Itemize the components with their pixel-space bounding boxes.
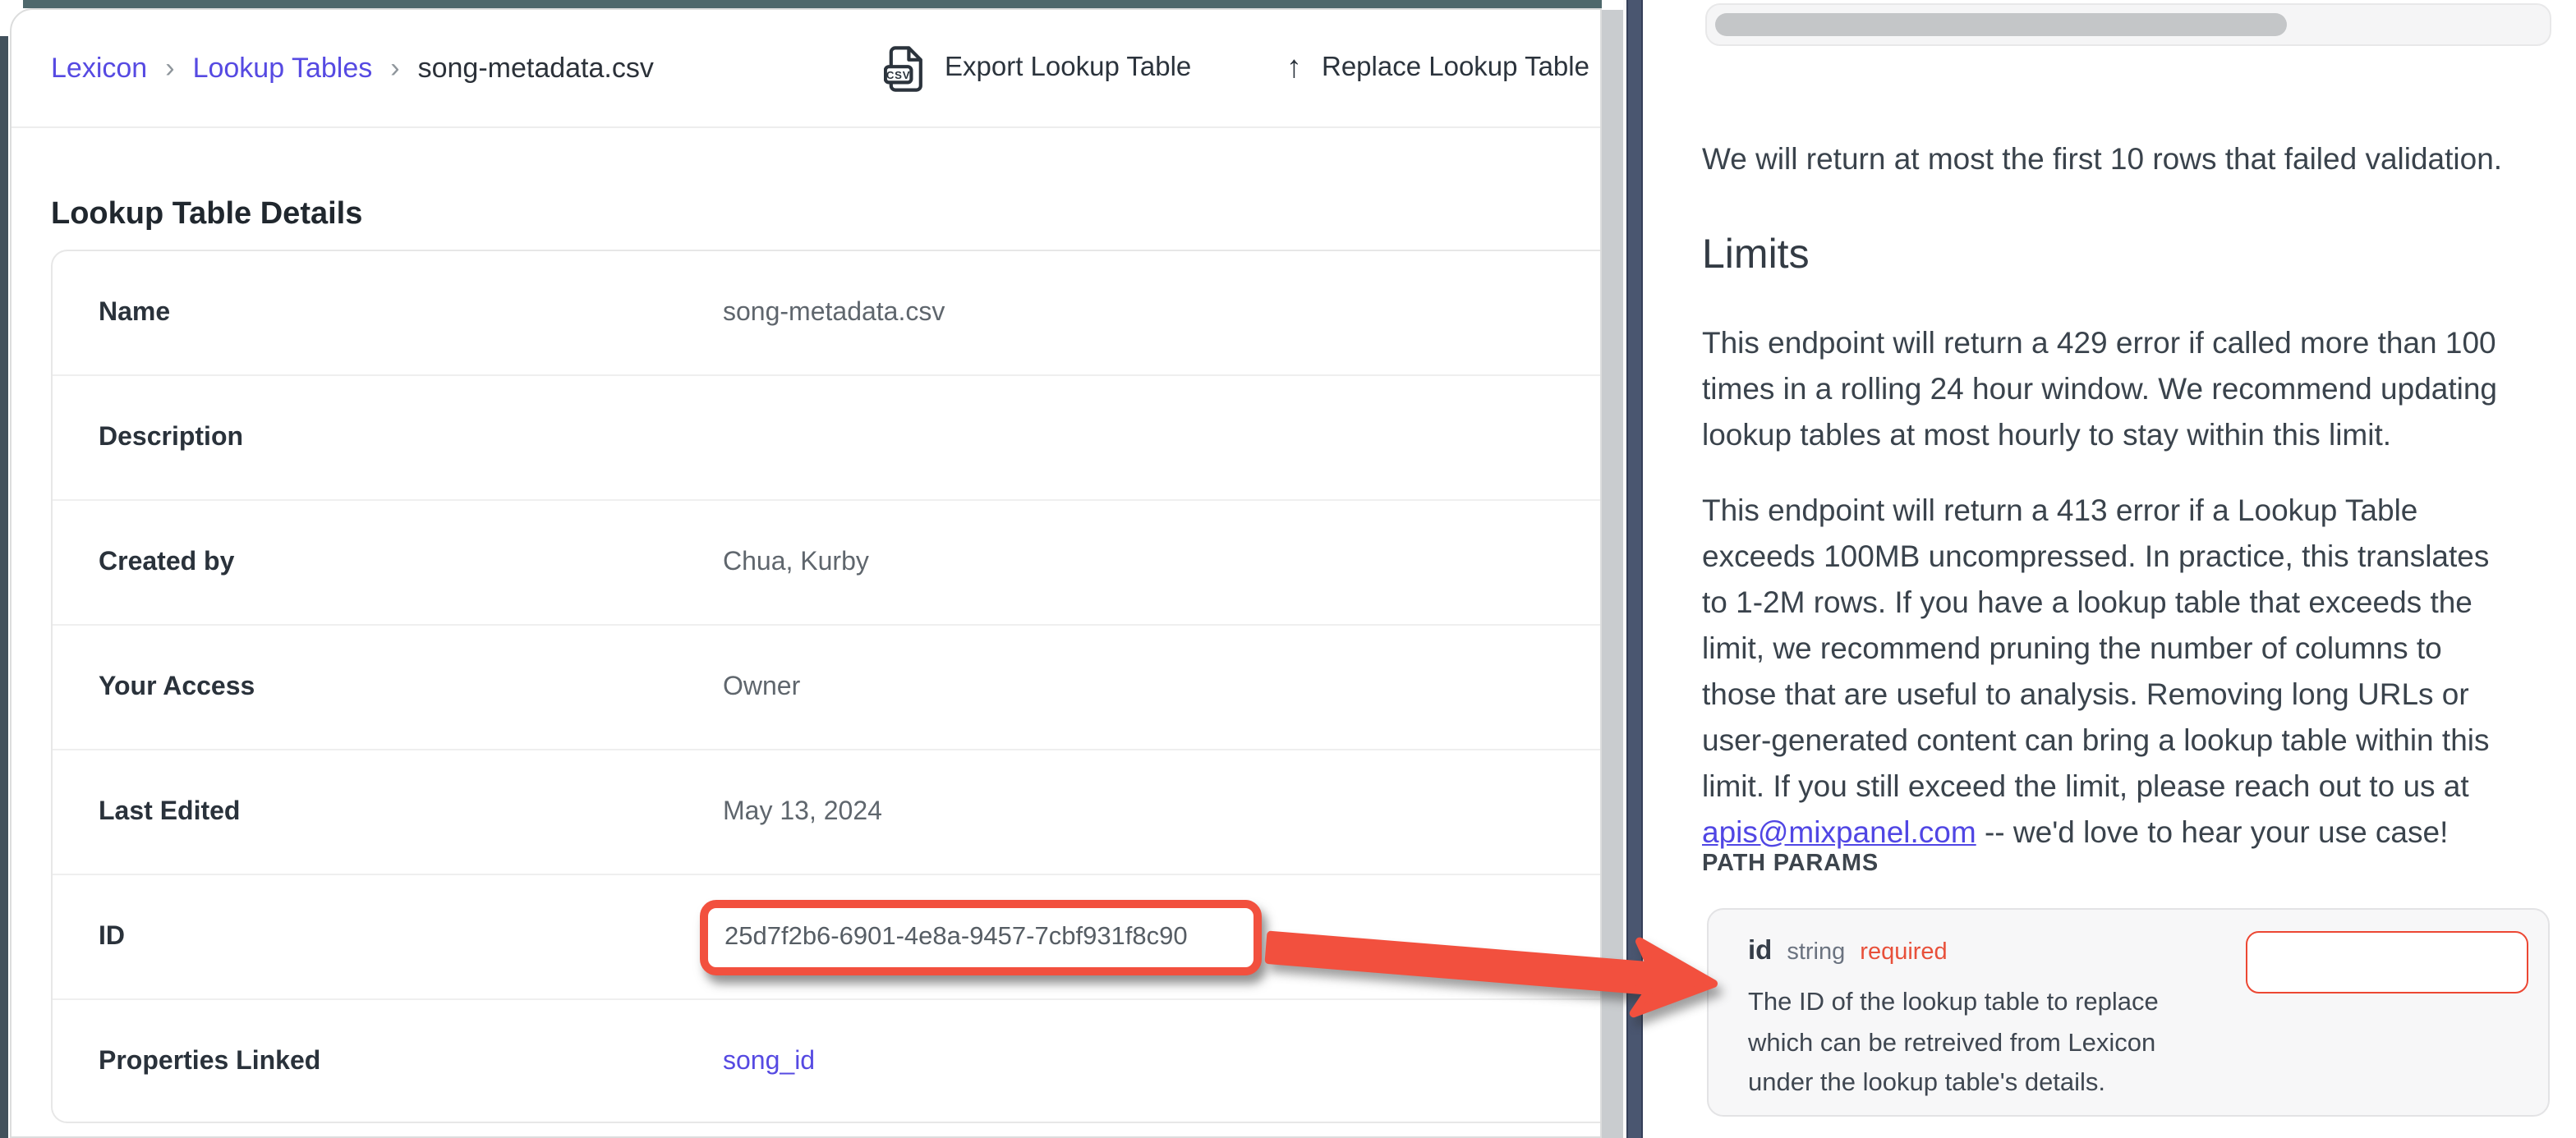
breadcrumb-item-lookup-tables[interactable]: Lookup Tables: [193, 52, 373, 85]
left-panel-vertical-scrollbar[interactable]: [1602, 10, 1623, 1138]
details-row-value: May 13, 2024: [723, 797, 882, 827]
breadcrumb-separator-icon: ›: [165, 52, 174, 85]
details-row-value-link[interactable]: song_id: [723, 1048, 815, 1077]
details-row-created-by: Created by Chua, Kurby: [53, 501, 1602, 626]
docs-horizontal-scrollbar-thumb[interactable]: [1715, 13, 2287, 36]
api-docs-panel: We will return at most the first 10 rows…: [1643, 0, 2576, 1138]
lookup-table-details-card: Name song-metadata.csv Description Created …: [51, 250, 1602, 1123]
limits-heading: Limits: [1702, 232, 1810, 279]
limits-paragraph-413-text: This endpoint will return a 413 error if…: [1702, 492, 2490, 802]
breadcrumb: Lexicon › Lookup Tables › song-metadata.csv: [51, 10, 654, 126]
docs-intro-text: We will return at most the first 10 rows…: [1702, 135, 2502, 181]
csv-icon-label: CSV: [886, 68, 911, 80]
screenshot-stage: Lexicon›Lookup Tables›song-metadata.csv …: [0, 0, 2576, 1138]
limits-paragraph-413-tail: -- we'd love to hear your use case!: [1976, 814, 2449, 848]
window-chrome-left: [0, 36, 8, 1138]
csv-file-icon: CSV: [884, 44, 925, 93]
details-row-label: ID: [99, 922, 125, 952]
param-description: The ID of the lookup table to replace wh…: [1748, 984, 2159, 1104]
support-email-link[interactable]: apis@mixpanel.com: [1702, 814, 1976, 848]
details-row-label: Last Edited: [99, 797, 240, 827]
panel-divider[interactable]: [1626, 0, 1643, 1138]
details-row-value: song-metadata.csv: [723, 298, 945, 328]
page-title: Lookup Table Details: [51, 196, 362, 232]
path-param-card: id string required The ID of the lookup …: [1707, 908, 2550, 1117]
details-row-label: Properties Linked: [99, 1048, 320, 1077]
details-row-id: ID 25d7f2b6-6901-4e8a-9457-7cbf931f8c90: [53, 875, 1602, 1000]
details-row-label: Name: [99, 298, 170, 328]
docs-horizontal-scrollbar[interactable]: [1705, 3, 2551, 46]
param-required-badge: required: [1860, 939, 1947, 966]
path-params-heading: PATH PARAMS: [1702, 851, 1879, 877]
replace-lookup-table-button[interactable]: ↑ Replace Lookup Table: [1286, 10, 1589, 126]
lookup-table-panel: Lexicon›Lookup Tables›song-metadata.csv …: [10, 8, 1602, 1138]
details-row-value: Chua, Kurby: [723, 548, 869, 577]
details-row-label: Description: [99, 423, 243, 452]
replace-button-label: Replace Lookup Table: [1322, 53, 1589, 84]
breadcrumb-separator-icon: ›: [390, 52, 399, 85]
details-row-properties-linked: Properties Linked song_id: [53, 1000, 1602, 1123]
details-row-label: Your Access: [99, 672, 255, 702]
id-value-highlight-box: 25d7f2b6-6901-4e8a-9457-7cbf931f8c90: [700, 900, 1262, 975]
export-button-label: Export Lookup Table: [945, 53, 1191, 84]
limits-paragraph-413: This endpoint will return a 413 error if…: [1702, 487, 2490, 855]
upload-arrow-icon: ↑: [1286, 50, 1302, 86]
details-row-your-access: Your Access Owner: [53, 626, 1602, 750]
details-row-name: Name song-metadata.csv: [53, 251, 1602, 376]
app-header: Lexicon›Lookup Tables›song-metadata.csv …: [12, 10, 1600, 128]
details-row-last-edited: Last Edited May 13, 2024: [53, 750, 1602, 875]
details-row-value: Owner: [723, 672, 800, 702]
details-row-description: Description: [53, 376, 1602, 501]
breadcrumb-item-song-metadata-csv: song-metadata.csv: [418, 52, 654, 85]
details-row-label: Created by: [99, 548, 234, 577]
export-lookup-table-button[interactable]: CSV Export Lookup Table: [884, 10, 1191, 126]
param-name: id: [1748, 936, 1772, 967]
limits-paragraph-429: This endpoint will return a 429 error if…: [1702, 319, 2497, 457]
param-type: string: [1787, 939, 1845, 966]
id-value: 25d7f2b6-6901-4e8a-9457-7cbf931f8c90: [708, 923, 1188, 952]
window-chrome-top: [23, 0, 1602, 8]
param-id-input[interactable]: [2246, 931, 2528, 993]
breadcrumb-item-lexicon[interactable]: Lexicon: [51, 52, 147, 85]
